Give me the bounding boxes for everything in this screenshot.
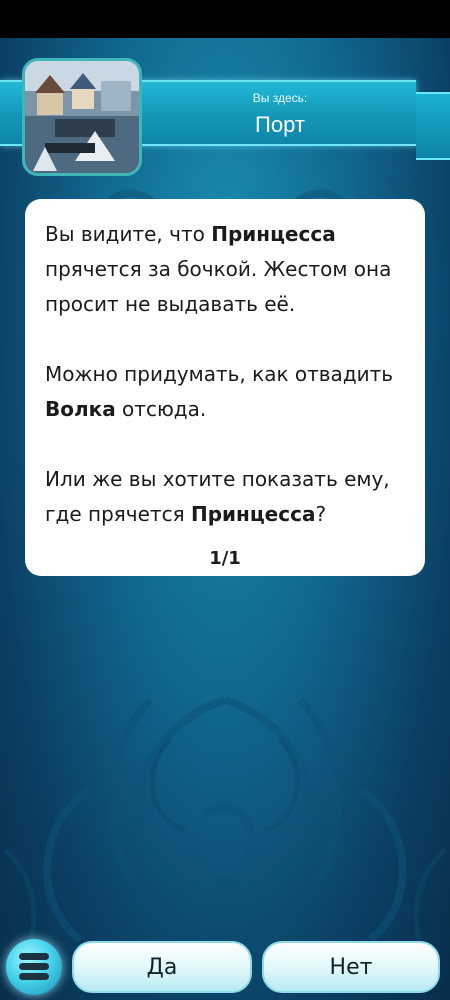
- location-label: Вы здесь:: [252, 91, 308, 105]
- dialog-paragraph-1: Вы видите, что Принцесса прячется за боч…: [45, 222, 392, 316]
- location-thumbnail: [22, 58, 142, 176]
- port-scene-image: [25, 61, 139, 173]
- banner-ribbon-tail: [416, 92, 450, 160]
- princess-name: Принцесса: [190, 502, 316, 526]
- location-name: Порт: [255, 112, 305, 137]
- dialog-paragraph-3: Или же вы хотите показать ему, где пряче…: [45, 467, 390, 526]
- page-counter: 1/1: [209, 548, 241, 569]
- yes-button[interactable]: Да: [72, 941, 252, 993]
- menu-button[interactable]: [6, 939, 62, 995]
- menu-icon: [19, 953, 49, 981]
- wolf-name: Волка: [45, 397, 116, 421]
- princess-name: Принцесса: [211, 222, 336, 246]
- no-button[interactable]: Нет: [262, 941, 440, 993]
- dialog-card: Вы видите, что Принцесса прячется за боч…: [25, 199, 425, 576]
- dialog-paragraph-2: Можно придумать, как отвадить Волка отсю…: [45, 362, 394, 421]
